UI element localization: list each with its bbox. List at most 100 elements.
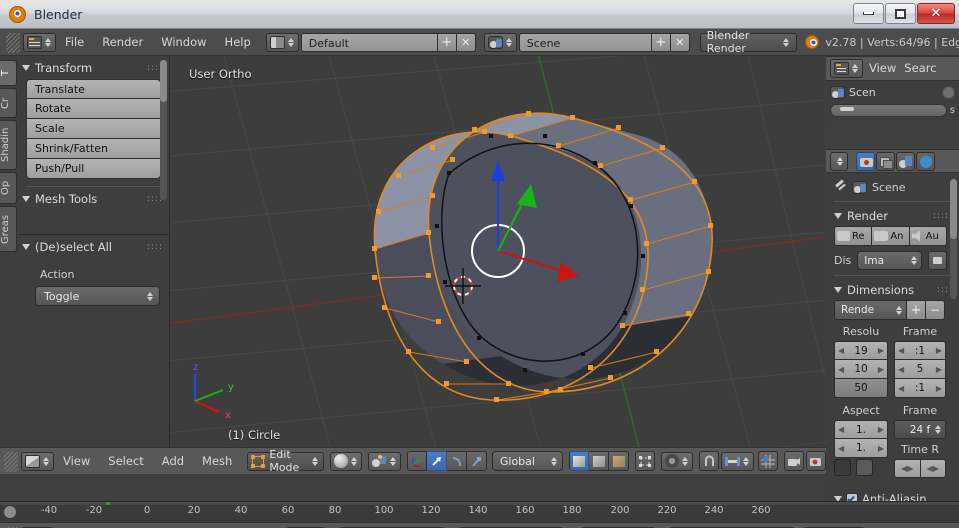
render-animation-button[interactable]: An (872, 226, 910, 246)
tab-grease-pencil[interactable]: Greas (0, 206, 17, 252)
viewport-menu-mesh[interactable]: Mesh (193, 452, 241, 471)
outliner-editor-icon (834, 62, 849, 75)
info-editor-type-selector[interactable] (23, 32, 56, 52)
viewport-editor-type-selector[interactable] (21, 451, 54, 471)
scene-properties-tab[interactable] (896, 151, 915, 171)
scale-manipulator-icon[interactable] (466, 451, 487, 471)
operator-panel-header[interactable]: (De)select All :::: (18, 235, 169, 258)
render-engine-selector[interactable]: Blender Render (699, 29, 798, 55)
frame-end-field[interactable]: ◀ 5 ▶ (894, 360, 946, 379)
face-select-icon[interactable] (609, 451, 629, 471)
border-toggle[interactable] (834, 459, 851, 476)
properties-editor-type-selector[interactable] (830, 151, 848, 171)
viewport-menu-select[interactable]: Select (99, 452, 152, 471)
editor-corner-widget[interactable] (6, 33, 20, 53)
viewport-menu-view[interactable]: View (54, 452, 99, 471)
crop-toggle[interactable] (856, 459, 873, 476)
outliner-scene-row[interactable]: Scen (826, 83, 959, 102)
pivot-point-dropdown[interactable] (367, 451, 401, 471)
minimize-button[interactable] (853, 3, 884, 24)
menu-render[interactable]: Render (93, 33, 152, 52)
timeline-scroll-handle[interactable] (4, 506, 16, 518)
tab-tools[interactable]: T (0, 60, 17, 86)
outliner-editor-type-selector[interactable] (830, 59, 863, 78)
snap-element-dropdown[interactable] (721, 451, 754, 471)
world-properties-tab[interactable] (916, 151, 935, 171)
frame-step-field[interactable]: ◀ :1 ▶ (894, 379, 946, 398)
add-preset-button[interactable]: + (907, 300, 926, 320)
add-scene-button[interactable]: + (651, 32, 671, 52)
pin-icon[interactable] (834, 179, 847, 194)
outliner-search-label[interactable]: Searc (902, 59, 938, 78)
opengl-render-viewport-icon[interactable] (784, 451, 804, 471)
resolution-percentage-field[interactable]: 50 (834, 379, 888, 398)
proportional-editing-dropdown[interactable] (661, 451, 693, 471)
mesh-tools-panel-header[interactable]: Mesh Tools :::: (18, 187, 169, 210)
push-pull-button[interactable]: Push/Pull (26, 159, 161, 179)
dimensions-panel-header[interactable]: Dimensions ::: (830, 278, 955, 301)
transform-orientation-dropdown[interactable]: Global (491, 451, 563, 471)
delete-scene-button[interactable]: ✕ (670, 32, 690, 52)
time-remap-old-field[interactable]: ◀▶ (894, 459, 921, 478)
timeline-ruler[interactable]: -40 -20 0 20 40 60 80 100 120 140 160 18… (0, 501, 959, 522)
render-buttons-row: Re An Au (834, 226, 947, 246)
editor-corner-widget[interactable] (4, 452, 18, 472)
action-dropdown[interactable]: Toggle (35, 286, 160, 306)
delete-screen-layout-button[interactable]: ✕ (456, 32, 476, 52)
add-screen-layout-button[interactable]: + (437, 32, 457, 52)
tool-shelf-scrollbar[interactable] (160, 60, 167, 200)
tab-shading[interactable]: Shadin (0, 120, 17, 170)
scene-browse-selector[interactable] (483, 32, 517, 52)
tab-create[interactable]: Cr (0, 88, 17, 118)
remove-preset-button[interactable]: − (926, 300, 945, 320)
viewport-shading-dropdown[interactable] (329, 451, 362, 471)
chevron-updown-icon (911, 256, 918, 265)
scene-name-field[interactable]: Scene (518, 32, 652, 52)
screen-layout-selector[interactable] (265, 32, 299, 52)
render-properties-tab[interactable] (856, 151, 875, 171)
play-audio-button[interactable]: Au (909, 226, 947, 246)
properties-scrollbar[interactable] (950, 179, 957, 299)
render-layers-tab[interactable] (876, 151, 895, 171)
rotate-manipulator-icon[interactable] (446, 451, 467, 471)
menu-window[interactable]: Window (152, 33, 215, 52)
frame-rate-field[interactable]: 24 f (894, 420, 946, 439)
aspect-x-field[interactable]: ◀ 1. ▶ (834, 420, 888, 439)
maximize-button[interactable] (885, 3, 916, 24)
shrink-fatten-button[interactable]: Shrink/Fatten (26, 139, 161, 159)
tab-options[interactable]: Op (0, 172, 17, 204)
frame-start-field[interactable]: ◀ :1 ▶ (894, 341, 946, 360)
vertex-select-icon[interactable] (569, 451, 589, 471)
outliner-menu-view[interactable]: View (863, 59, 902, 78)
aspect-y-field[interactable]: ◀ 1. ▶ (834, 439, 888, 458)
edge-select-icon[interactable] (589, 451, 609, 471)
resolution-y-field[interactable]: ◀ 10 ▶ (834, 360, 888, 379)
screen-layout-name[interactable]: Default (300, 32, 438, 52)
render-display-lock-button[interactable] (928, 251, 947, 270)
menu-help[interactable]: Help (216, 33, 260, 52)
render-preset-dropdown[interactable]: Rende (834, 300, 907, 320)
scale-button[interactable]: Scale (26, 119, 161, 139)
translate-manipulator-icon[interactable] (426, 451, 447, 471)
resolution-x-field[interactable]: ◀ 19 ▶ (834, 341, 888, 360)
ruler-tick: 20 (187, 505, 201, 516)
time-remap-new-field[interactable]: ◀▶ (920, 459, 946, 478)
opengl-render-animation-icon[interactable] (806, 451, 826, 471)
outliner-search-field[interactable] (830, 104, 947, 117)
transform-panel-header[interactable]: Transform :::: (18, 56, 169, 79)
snap-target-icon[interactable] (758, 451, 778, 471)
viewport-menu-add[interactable]: Add (153, 452, 193, 471)
render-panel-header[interactable]: Render :::: (830, 204, 955, 227)
rotate-button[interactable]: Rotate (26, 99, 161, 119)
menu-file[interactable]: File (56, 33, 93, 52)
outliner-restrict-toggle[interactable] (942, 86, 955, 99)
viewport-3d[interactable]: z y x User Ortho (1) Circle (171, 56, 825, 447)
translate-button[interactable]: Translate (26, 79, 161, 99)
limit-selection-to-visible-icon[interactable] (635, 451, 655, 471)
snap-magnet-icon[interactable] (699, 451, 719, 471)
manipulator-enable-icon[interactable] (406, 451, 427, 471)
close-button[interactable]: ✕ (917, 3, 955, 24)
display-mode-dropdown[interactable]: Ima (857, 251, 922, 270)
interaction-mode-dropdown[interactable]: Edit Mode (247, 448, 324, 474)
render-image-button[interactable]: Re (834, 226, 873, 246)
